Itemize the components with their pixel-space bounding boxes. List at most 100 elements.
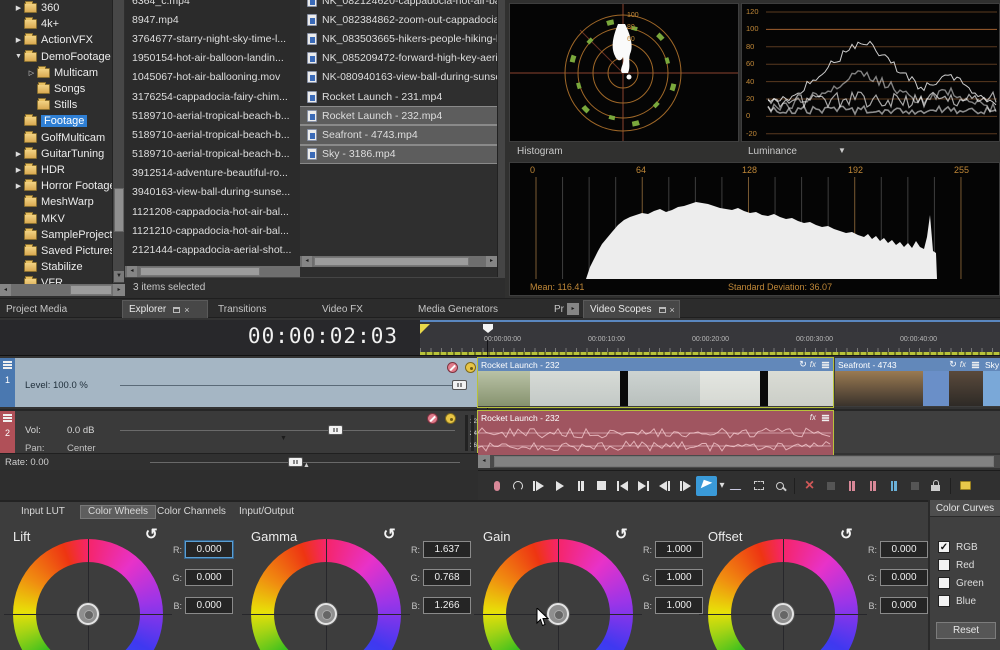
edit-tool-button[interactable] <box>696 476 717 496</box>
file-list-item[interactable]: 1950154-hot-air-balloon-landin... <box>125 49 300 68</box>
tree-expander-icon[interactable]: ▶ <box>13 36 24 44</box>
marker-button[interactable] <box>955 476 976 496</box>
file-list-scrollbar[interactable]: ◂ <box>125 266 300 277</box>
scroll-left-button[interactable]: ◂ <box>0 284 11 296</box>
tab-media-generators[interactable]: Media Generators <box>412 300 548 318</box>
file-list-item[interactable]: 5189710-aerial-tropical-beach-b... <box>125 145 300 164</box>
folder-tree-item[interactable]: SampleProject <box>0 227 125 243</box>
wheel-reset-icon[interactable]: ↺ <box>840 525 853 543</box>
loop-region-bar[interactable] <box>420 352 1000 355</box>
tab-explorer[interactable]: Explorer× <box>122 300 208 318</box>
b-value-field[interactable]: 1.266 <box>423 597 471 614</box>
tree-expander-icon[interactable]: ▶ <box>13 4 24 12</box>
trim-start-button[interactable] <box>841 476 862 496</box>
audio-track-header[interactable]: 2 Vol: 0.0 dB ▼ Pan: Center 122436 <box>0 409 478 453</box>
tab-video-fx[interactable]: Video FX <box>316 300 410 318</box>
file-list-item[interactable]: Rocket Launch - 231.mp4 <box>300 87 497 106</box>
play-from-start-button[interactable] <box>528 476 549 496</box>
track-mute-button[interactable] <box>427 413 438 424</box>
b-value-field[interactable]: 0.000 <box>185 597 233 614</box>
close-icon[interactable]: × <box>670 305 675 315</box>
tab-overflow-button[interactable]: ▸ <box>567 303 579 315</box>
stock-list-scroll-thumb[interactable] <box>314 257 469 266</box>
scroll-left-button[interactable]: ◂ <box>127 266 137 277</box>
zoom-tool-button[interactable] <box>769 476 790 496</box>
file-list-item[interactable]: 1121208-cappadocia-hot-air-bal... <box>125 202 300 221</box>
file-list-item[interactable]: Rocket Launch - 232.mp4 <box>300 106 497 125</box>
fx-icon[interactable]: fx <box>960 360 966 369</box>
level-slider-handle[interactable] <box>452 380 467 390</box>
vol-slider-handle[interactable] <box>328 425 343 435</box>
tree-scroll-down-button[interactable]: ▼ <box>114 271 124 282</box>
folder-tree-item[interactable]: MKV <box>0 210 125 226</box>
g-value-field[interactable]: 0.768 <box>423 569 471 586</box>
track-menu-icon[interactable] <box>3 414 12 422</box>
track-mute-button[interactable] <box>447 362 458 373</box>
curve-channel-rgb[interactable]: ✓RGB <box>938 541 1000 553</box>
wheel-center-knob[interactable] <box>315 603 337 625</box>
tab-pr[interactable]: Pr <box>548 300 566 318</box>
clip-menu-icon[interactable] <box>822 361 829 367</box>
tree-expander-icon[interactable]: ▷ <box>26 69 37 77</box>
b-value-field[interactable]: 0.000 <box>880 597 928 614</box>
track-solo-button[interactable] <box>465 362 476 373</box>
stock-list-vertical-scrollbar[interactable] <box>497 0 505 277</box>
clip-menu-icon[interactable] <box>972 361 979 367</box>
dropdown-caret-icon[interactable]: ▼ <box>838 146 846 155</box>
grading-tab-input-lut[interactable]: Input LUT <box>14 505 72 519</box>
video-clip-seafront[interactable]: Seafront - 4743 ↻ fx <box>835 358 983 407</box>
file-list-scroll-thumb[interactable] <box>140 267 260 276</box>
tab-video-scopes[interactable]: Video Scopes × <box>583 300 680 318</box>
folder-tree-item[interactable]: ▶Horror Footage <box>0 178 125 194</box>
curves-reset-button[interactable]: Reset <box>936 622 996 639</box>
lock-button[interactable] <box>925 476 946 496</box>
g-value-field[interactable]: 0.000 <box>880 569 928 586</box>
file-list-item[interactable]: 1045067-hot-air-ballooning.mov <box>125 68 300 87</box>
folder-tree-item[interactable]: Stills <box>0 97 125 113</box>
folder-tree-item[interactable]: Footage <box>0 113 125 129</box>
checkbox-unchecked[interactable] <box>938 595 950 607</box>
scope-type-selector[interactable]: Histogram <box>517 146 563 157</box>
go-to-end-button[interactable] <box>633 476 654 496</box>
folder-tree-item[interactable]: MeshWarp <box>0 194 125 210</box>
folder-tree-item[interactable]: ▶HDR <box>0 162 125 178</box>
folder-tree-item[interactable]: ▶360 <box>0 0 125 16</box>
timeline-ruler[interactable]: 00:00:00:0000:00:10:0000:00:20:0000:00:3… <box>420 320 1000 356</box>
tab-transitions[interactable]: Transitions <box>212 300 314 318</box>
video-clip-sky[interactable]: Sky - 3186 <box>983 358 1000 407</box>
folder-tree-item[interactable]: ▶GuitarTuning <box>0 146 125 162</box>
r-value-field[interactable]: 0.000 <box>185 541 233 558</box>
wheel-center-knob[interactable] <box>547 603 569 625</box>
stock-list-scrollbar[interactable]: ◂ ▸ <box>300 256 497 267</box>
file-list-item[interactable]: NK_082384862-zoom-out-cappadocia-... <box>300 10 497 29</box>
folder-tree-item[interactable]: 4k+ <box>0 16 125 32</box>
selection-tool-button[interactable] <box>748 476 769 496</box>
file-list-item[interactable]: Sky - 3186.mp4 <box>300 145 497 164</box>
file-list-item[interactable]: NK-080940163-view-ball-during-sunse... <box>300 68 497 87</box>
loop-playback-button[interactable] <box>507 476 528 496</box>
dim-slot-button[interactable] <box>904 476 925 496</box>
envelope-tool-button[interactable] <box>727 476 748 496</box>
tab-project-media[interactable]: Project Media <box>0 300 120 318</box>
close-icon[interactable]: × <box>184 305 189 315</box>
scroll-left-button[interactable]: ◂ <box>302 256 312 267</box>
scroll-right-button[interactable]: ▸ <box>486 256 497 267</box>
folder-tree-item[interactable]: ▷Multicam <box>0 65 125 81</box>
fx-icon[interactable]: fx <box>810 360 816 369</box>
tree-expander-icon[interactable]: ▶ <box>13 182 24 190</box>
stop-button[interactable] <box>591 476 612 496</box>
record-mic-button[interactable] <box>486 476 507 496</box>
file-list-item[interactable]: 3912514-adventure-beautiful-ro... <box>125 164 300 183</box>
clip-menu-icon[interactable] <box>822 414 829 420</box>
folder-tree-item[interactable]: GolfMulticam <box>0 130 125 146</box>
checkbox-unchecked[interactable] <box>938 559 950 571</box>
file-list-item[interactable]: 6364_c.mp4 <box>125 0 300 10</box>
scroll-left-button[interactable]: ◂ <box>478 455 490 468</box>
float-window-icon[interactable] <box>173 307 180 313</box>
delete-button[interactable]: × <box>799 476 820 496</box>
tree-horizontal-scrollbar[interactable]: ◂ ▸ <box>0 284 125 296</box>
video-track-header[interactable]: 1 Level: 100.0 % <box>0 358 478 407</box>
tree-hscroll-thumb[interactable] <box>70 285 112 295</box>
scroll-right-button[interactable]: ▸ <box>113 284 125 296</box>
checkbox-unchecked[interactable] <box>938 577 950 589</box>
